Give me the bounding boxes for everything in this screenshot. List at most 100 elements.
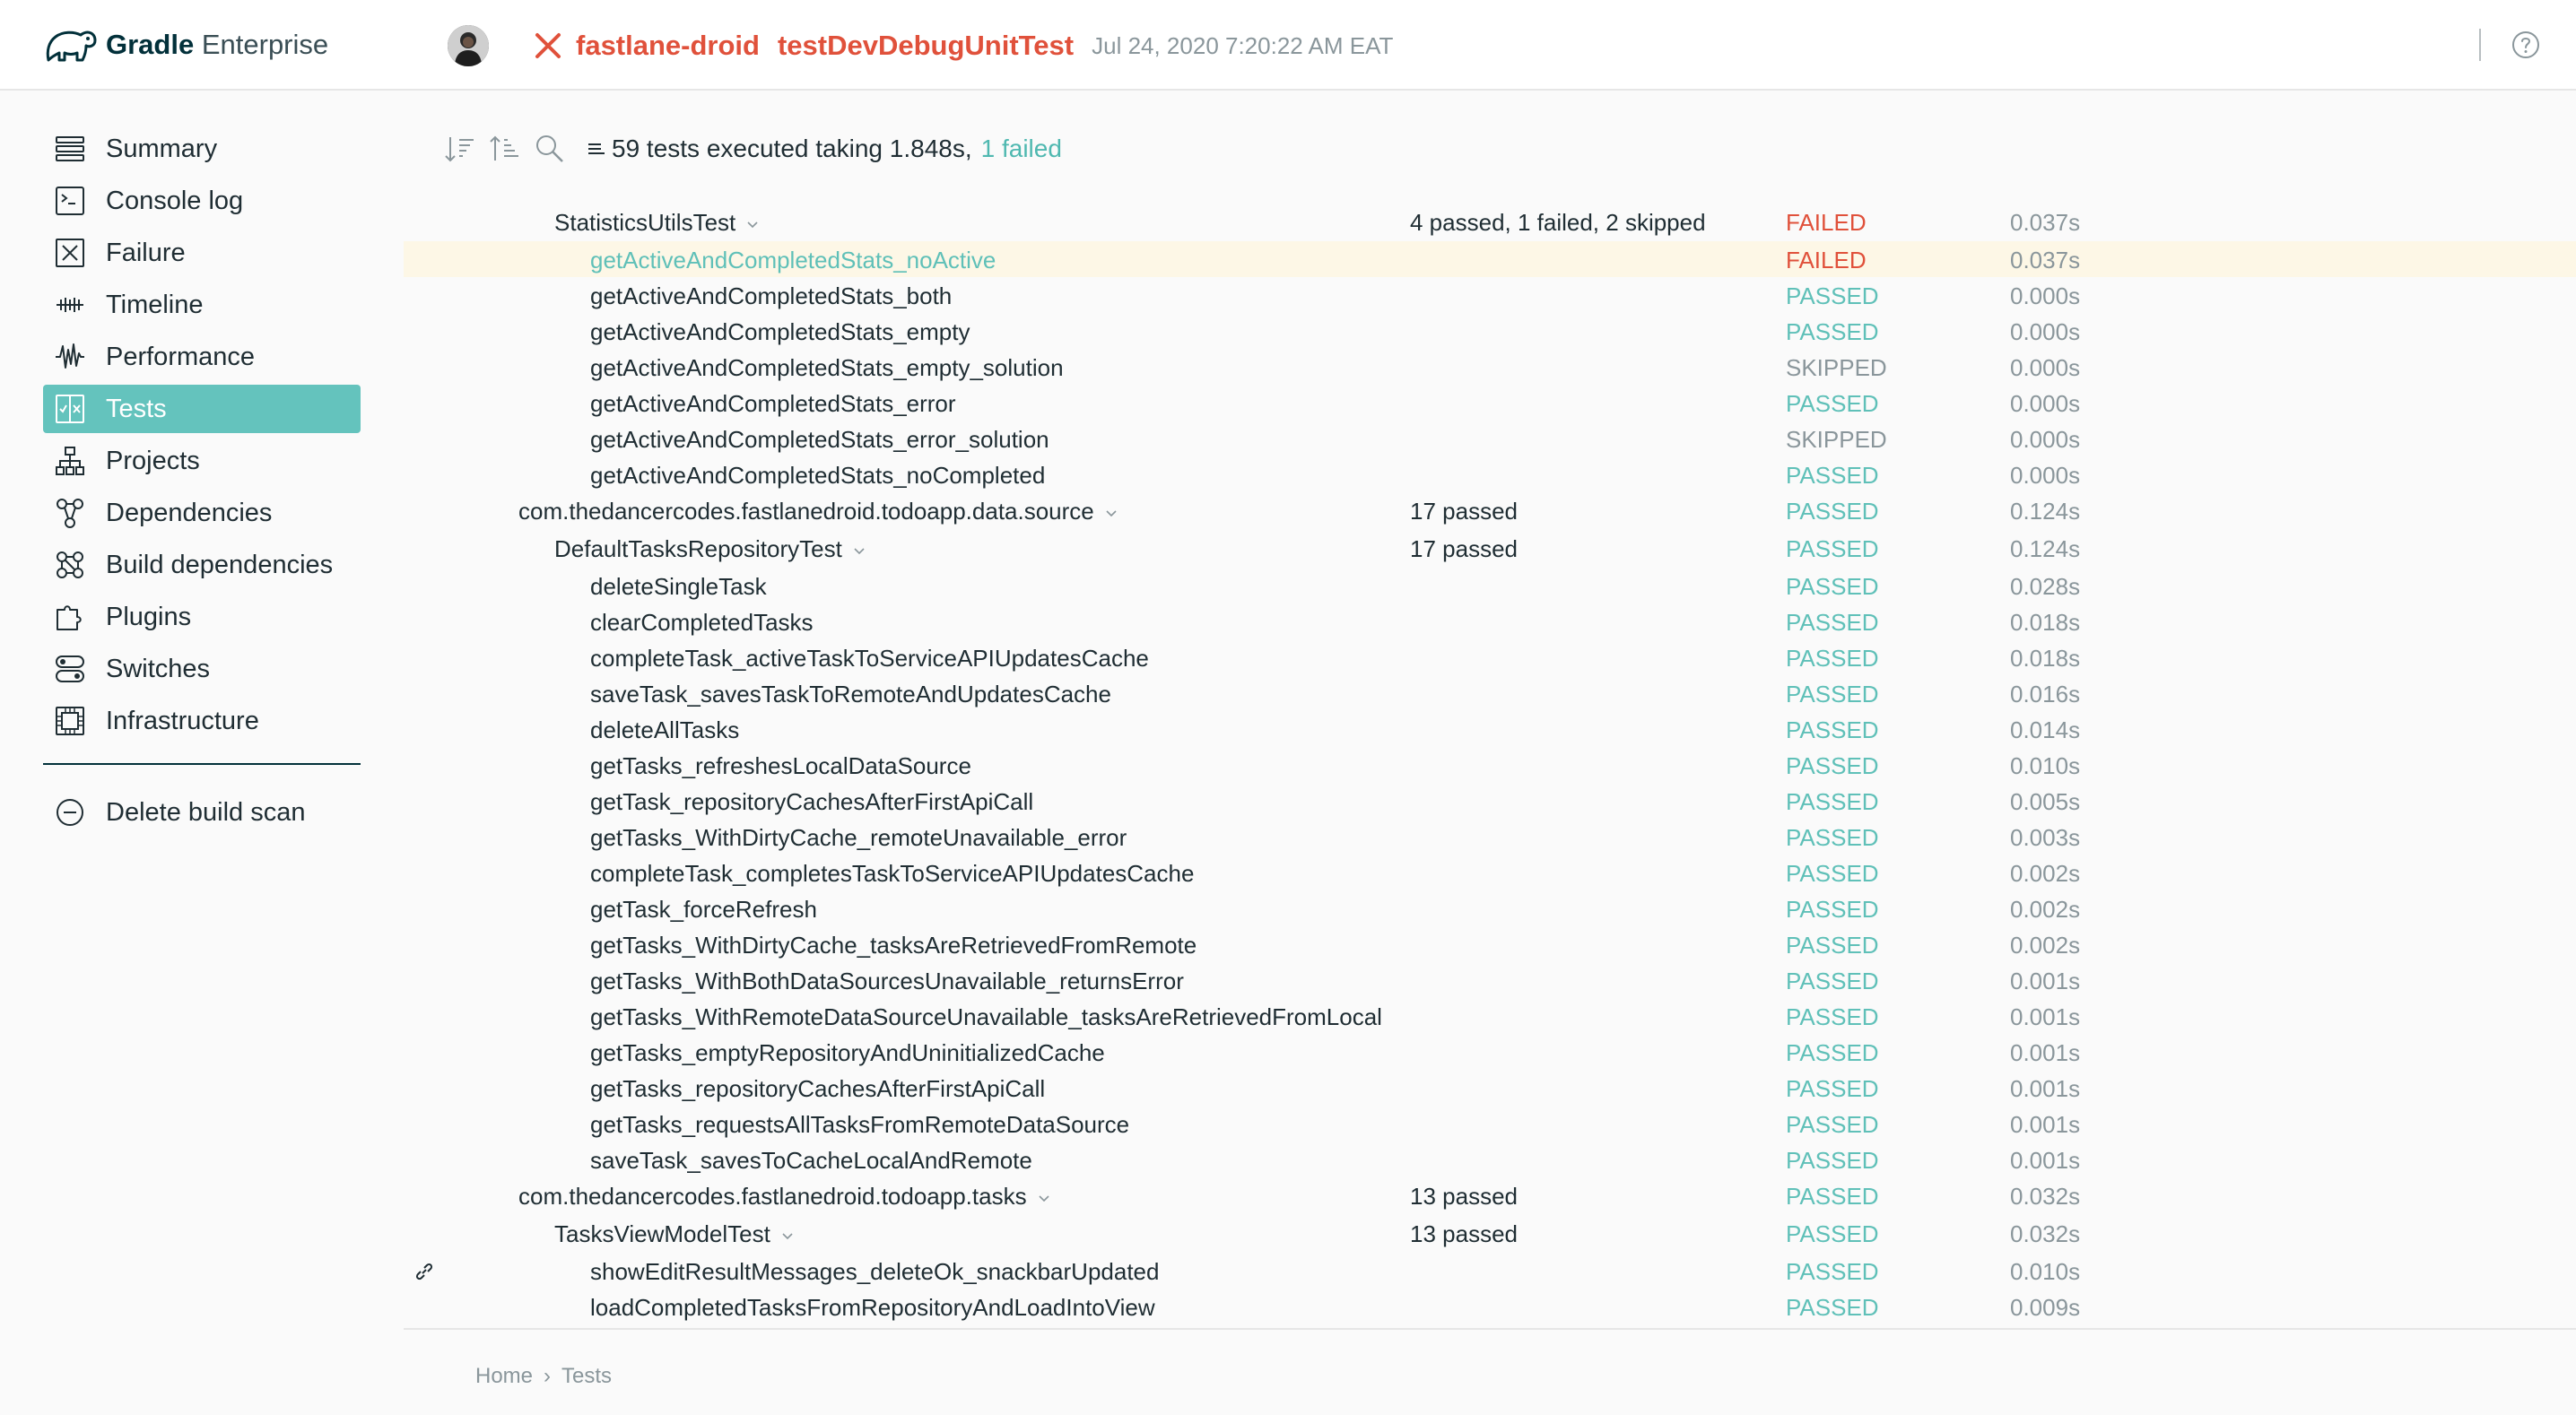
test-case-row[interactable]: getTask_repositoryCachesAfterFirstApiCal… [404, 783, 2576, 819]
sidebar-item-summary[interactable]: Summary [43, 125, 361, 173]
test-name[interactable]: getActiveAndCompletedStats_noActive [590, 247, 996, 274]
test-name[interactable]: completeTask_activeTaskToServiceAPIUpdat… [590, 645, 1149, 673]
test-case-row[interactable]: getTasks_emptyRepositoryAndUninitialized… [404, 1034, 2576, 1070]
tests-icon [56, 395, 84, 423]
test-name[interactable]: getActiveAndCompletedStats_error_solutio… [590, 426, 1049, 454]
test-counts: 13 passed [1410, 1183, 1518, 1210]
sidebar-item-infrastructure[interactable]: Infrastructure [43, 697, 361, 745]
project-name[interactable]: fastlane-droid [576, 30, 760, 62]
test-case-row[interactable]: showEditResultMessages_deleteOk_snackbar… [404, 1253, 2576, 1289]
test-case-row[interactable]: getActiveAndCompletedStats_noActive FAILE… [404, 241, 2576, 277]
test-case-row[interactable]: loadCompletedTasksFromRepositoryAndLoadI… [404, 1289, 2576, 1324]
test-name[interactable]: deleteAllTasks [590, 716, 739, 744]
test-case-row[interactable]: saveTask_savesToCacheLocalAndRemote PASSE… [404, 1142, 2576, 1177]
test-case-row[interactable]: deleteSingleTask PASSED 0.028s [404, 568, 2576, 603]
test-name[interactable]: getActiveAndCompletedStats_error [590, 390, 956, 418]
test-class-row[interactable]: StatisticsUtilsTest 4 passed, 1 failed, 2… [404, 204, 2576, 241]
timeline-icon [57, 298, 83, 312]
chevron-down-icon[interactable] [1105, 508, 1118, 517]
test-name[interactable]: getTask_forceRefresh [590, 896, 817, 924]
test-name[interactable]: getTasks_WithBothDataSourcesUnavailable_… [590, 968, 1184, 995]
sidebar-item-build-dependencies[interactable]: Build dependencies [43, 541, 361, 589]
task-name[interactable]: testDevDebugUnitTest [778, 30, 1074, 62]
test-name[interactable]: saveTask_savesToCacheLocalAndRemote [590, 1147, 1032, 1175]
test-name-text: showEditResultMessages_deleteOk_snackbar… [590, 1258, 1160, 1285]
sidebar-item-failure[interactable]: Failure [43, 229, 361, 277]
test-duration: 0.009s [2010, 1294, 2081, 1321]
sidebar-item-console-log[interactable]: Console log [43, 177, 361, 225]
test-case-row[interactable]: getTasks_refreshesLocalDataSource PASSED 0… [404, 747, 2576, 783]
sort-descending-icon[interactable] [443, 132, 477, 166]
sidebar-item-switches[interactable]: Switches [43, 645, 361, 693]
test-status: PASSED [1786, 788, 1879, 815]
test-name[interactable]: getTasks_WithRemoteDataSourceUnavailable… [590, 1003, 1382, 1031]
test-case-row[interactable]: getTasks_WithRemoteDataSourceUnavailable… [404, 998, 2576, 1034]
failed-tests-link[interactable]: 1 failed [981, 135, 1062, 163]
test-case-row[interactable]: getTasks_WithDirtyCache_tasksAreRetrieve… [404, 926, 2576, 962]
test-name[interactable]: getTasks_WithDirtyCache_tasksAreRetrieve… [590, 932, 1197, 959]
user-avatar[interactable] [448, 25, 489, 66]
chevron-down-icon[interactable] [746, 220, 759, 229]
link-icon[interactable] [413, 1260, 436, 1283]
test-name[interactable]: TasksViewModelTest [554, 1220, 794, 1248]
test-case-row[interactable]: getTasks_requestsAllTasksFromRemoteDataS… [404, 1106, 2576, 1142]
test-name[interactable]: completeTask_completesTaskToServiceAPIUp… [590, 860, 1194, 888]
test-class-row[interactable]: TasksViewModelTest 13 passed PASSED 0.032s [404, 1215, 2576, 1253]
sidebar-item-performance[interactable]: Performance [43, 333, 361, 381]
breadcrumb-home[interactable]: Home [475, 1364, 533, 1389]
sidebar-item-timeline[interactable]: Timeline [43, 281, 361, 329]
test-name[interactable]: getTasks_emptyRepositoryAndUninitialized… [590, 1039, 1105, 1067]
sidebar-item-label: Summary [106, 134, 218, 163]
test-name[interactable]: getActiveAndCompletedStats_empty [590, 318, 970, 346]
test-case-row[interactable]: getActiveAndCompletedStats_both PASSED 0.0… [404, 277, 2576, 313]
sidebar-item-tests[interactable]: Tests [43, 385, 361, 433]
test-case-row[interactable]: getTasks_WithBothDataSourcesUnavailable_… [404, 962, 2576, 998]
test-name[interactable]: getTask_repositoryCachesAfterFirstApiCal… [590, 788, 1033, 816]
help-icon[interactable] [2511, 30, 2540, 59]
test-name[interactable]: getActiveAndCompletedStats_empty_solutio… [590, 354, 1064, 382]
test-name[interactable]: getTasks_refreshesLocalDataSource [590, 752, 971, 780]
test-name[interactable]: saveTask_savesTaskToRemoteAndUpdatesCach… [590, 681, 1111, 708]
test-package-row[interactable]: com.thedancercodes.fastlanedroid.todoapp… [404, 1177, 2576, 1215]
test-name[interactable]: getTasks_repositoryCachesAfterFirstApiCa… [590, 1075, 1045, 1103]
test-case-row[interactable]: deleteAllTasks PASSED 0.014s [404, 711, 2576, 747]
test-case-row[interactable]: saveTask_savesTaskToRemoteAndUpdatesCach… [404, 675, 2576, 711]
test-name[interactable]: loadCompletedTasksFromRepositoryAndLoadI… [590, 1294, 1155, 1322]
test-case-row[interactable]: getActiveAndCompletedStats_error PASSED 0.… [404, 385, 2576, 421]
test-name[interactable]: showEditResultMessages_deleteOk_snackbar… [590, 1258, 1159, 1286]
sidebar-item-projects[interactable]: Projects [43, 437, 361, 485]
test-name[interactable]: StatisticsUtilsTest [554, 209, 759, 237]
test-package-row[interactable]: com.thedancercodes.fastlanedroid.todoapp… [404, 492, 2576, 530]
test-status: PASSED [1786, 609, 1879, 636]
test-case-row[interactable]: clearCompletedTasks PASSED 0.018s [404, 603, 2576, 639]
test-case-row[interactable]: getActiveAndCompletedStats_error_solutio… [404, 421, 2576, 456]
test-case-row[interactable]: completeTask_activeTaskToServiceAPIUpdat… [404, 639, 2576, 675]
test-name[interactable]: com.thedancercodes.fastlanedroid.todoapp… [518, 1183, 1050, 1211]
search-icon[interactable] [533, 132, 567, 166]
test-case-row[interactable]: getTasks_WithDirtyCache_remoteUnavailabl… [404, 819, 2576, 855]
delete-build-scan-button[interactable]: Delete build scan [43, 788, 361, 837]
test-case-row[interactable]: completeTask_completesTaskToServiceAPIUp… [404, 855, 2576, 890]
test-class-row[interactable]: DefaultTasksRepositoryTest 17 passed PASSE… [404, 530, 2576, 568]
chevron-down-icon[interactable] [781, 1231, 794, 1240]
test-name[interactable]: getTasks_requestsAllTasksFromRemoteDataS… [590, 1111, 1129, 1139]
test-status: PASSED [1786, 1294, 1879, 1321]
test-name[interactable]: getActiveAndCompletedStats_both [590, 282, 952, 310]
test-name[interactable]: deleteSingleTask [590, 573, 767, 601]
test-case-row[interactable]: getActiveAndCompletedStats_empty_solutio… [404, 349, 2576, 385]
test-name[interactable]: DefaultTasksRepositoryTest [554, 535, 866, 563]
test-case-row[interactable]: getActiveAndCompletedStats_empty PASSED 0.… [404, 313, 2576, 349]
test-name[interactable]: clearCompletedTasks [590, 609, 814, 637]
sort-ascending-icon[interactable] [488, 132, 522, 166]
chevron-down-icon[interactable] [853, 546, 866, 555]
test-name[interactable]: getTasks_WithDirtyCache_remoteUnavailabl… [590, 824, 1127, 852]
sidebar-item-plugins[interactable]: Plugins [43, 593, 361, 641]
test-case-row[interactable]: getTask_forceRefresh PASSED 0.002s [404, 890, 2576, 926]
test-name[interactable]: getActiveAndCompletedStats_noCompleted [590, 462, 1045, 490]
test-case-row[interactable]: getTasks_repositoryCachesAfterFirstApiCa… [404, 1070, 2576, 1106]
sidebar-item-dependencies[interactable]: Dependencies [43, 489, 361, 537]
test-case-row[interactable]: getActiveAndCompletedStats_noCompleted PA… [404, 456, 2576, 492]
gradle-enterprise-logo[interactable]: Gradle Enterprise [43, 22, 328, 68]
chevron-down-icon[interactable] [1038, 1194, 1050, 1202]
test-name[interactable]: com.thedancercodes.fastlanedroid.todoapp… [518, 498, 1118, 525]
